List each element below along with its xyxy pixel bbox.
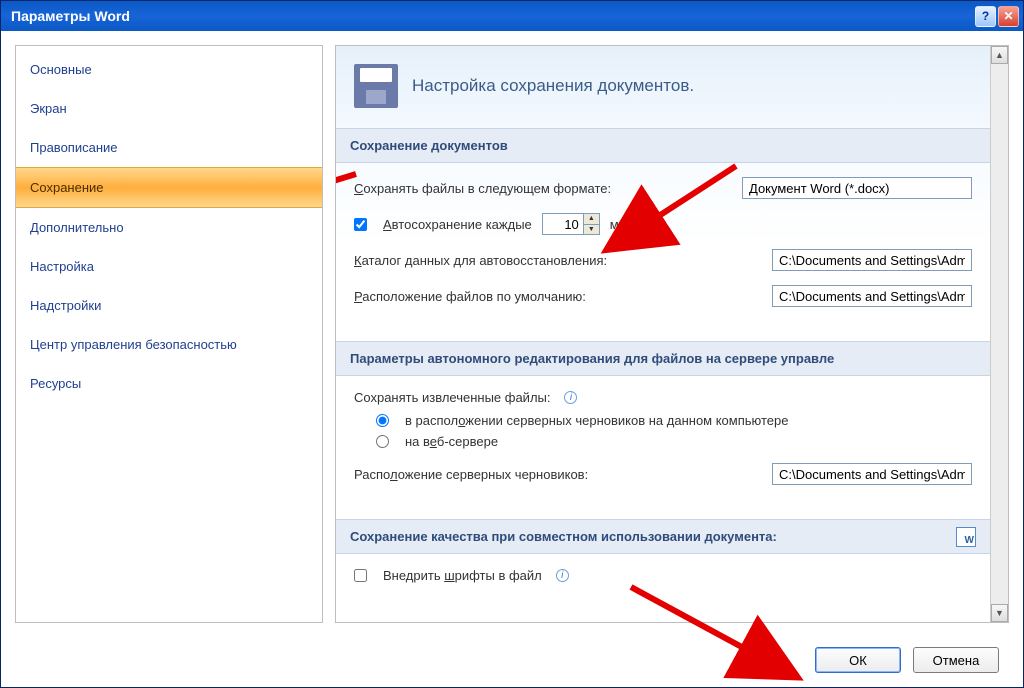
embed-fonts-checkbox[interactable] [354,569,367,582]
sidebar-item-resources[interactable]: Ресурсы [16,364,322,403]
save-format-label: Сохранять файлы в следующем формате: [354,181,611,196]
ok-button[interactable]: ОК [815,647,901,673]
section-save-body: Сохранять файлы в следующем формате: Авт… [336,163,990,341]
sidebar-item-display[interactable]: Экран [16,89,322,128]
default-location-label: Расположение файлов по умолчанию: [354,289,586,304]
info-icon[interactable]: i [556,569,569,582]
dialog-footer: ОК Отмена [1,637,1023,687]
spinner-down-icon[interactable]: ▼ [584,225,599,235]
section-quality-title: Сохранение качества при совместном испол… [350,529,777,544]
sidebar: Основные Экран Правописание Сохранение Д… [15,45,323,623]
option-web-label: на веб-сервере [405,434,498,449]
floppy-icon [354,64,398,108]
cancel-button[interactable]: Отмена [913,647,999,673]
spinner-arrows[interactable]: ▲▼ [583,214,599,234]
drafts-path-label: Расположение серверных черновиков: [354,467,588,482]
close-button[interactable]: ✕ [998,6,1019,27]
option-local-radio[interactable] [376,414,389,427]
sidebar-item-proofing[interactable]: Правописание [16,128,322,167]
titlebar[interactable]: Параметры Word ? ✕ [1,1,1023,31]
scroll-up-icon[interactable]: ▲ [991,46,1008,64]
save-format-field[interactable] [742,177,972,199]
section-offline-header: Параметры автономного редактирования для… [336,341,990,376]
section-quality-body: Внедрить шрифты в файл i [336,554,990,617]
section-quality-header: Сохранение качества при совместном испол… [336,519,990,554]
recovery-path-label: Каталог данных для автовосстановления: [354,253,607,268]
vertical-scrollbar[interactable]: ▲ ▼ [990,46,1008,622]
scroll-track[interactable] [991,64,1008,604]
info-icon[interactable]: i [564,391,577,404]
recovery-path-field[interactable] [772,249,972,271]
option-web-radio[interactable] [376,435,389,448]
content-panel: Настройка сохранения документов. Сохране… [335,45,1009,623]
sidebar-item-customize[interactable]: Настройка [16,247,322,286]
autosave-interval-spinner[interactable]: ▲▼ [542,213,600,235]
sidebar-item-advanced[interactable]: Дополнительно [16,208,322,247]
option-local-label: в расположении серверных черновиков на д… [405,413,789,428]
page-header: Настройка сохранения документов. [336,46,990,128]
autosave-unit: минут [610,217,646,232]
default-location-field[interactable] [772,285,972,307]
drafts-path-field[interactable] [772,463,972,485]
document-icon[interactable] [956,527,976,547]
dialog-body: Основные Экран Правописание Сохранение Д… [1,31,1023,637]
window-title: Параметры Word [11,8,973,24]
extracted-files-label: Сохранять извлеченные файлы: [354,390,550,405]
page-title: Настройка сохранения документов. [412,76,694,96]
sidebar-item-save[interactable]: Сохранение [16,167,322,208]
content-scroll: Настройка сохранения документов. Сохране… [336,46,990,622]
save-format-label-text: охранять файлы в следующем формате: [363,181,611,196]
autosave-interval-input[interactable] [543,214,583,234]
embed-fonts-label: Внедрить шрифты в файл [383,568,542,583]
help-button[interactable]: ? [975,6,996,27]
sidebar-item-trust-center[interactable]: Центр управления безопасностью [16,325,322,364]
word-options-dialog: Параметры Word ? ✕ Основные Экран Правоп… [0,0,1024,688]
sidebar-item-general[interactable]: Основные [16,50,322,89]
autosave-checkbox[interactable] [354,218,367,231]
section-save-header: Сохранение документов [336,128,990,163]
sidebar-item-addins[interactable]: Надстройки [16,286,322,325]
scroll-down-icon[interactable]: ▼ [991,604,1008,622]
spinner-up-icon[interactable]: ▲ [584,214,599,225]
autosave-label: Автосохранение каждые [383,217,532,232]
section-offline-body: Сохранять извлеченные файлы: i в располо… [336,376,990,519]
